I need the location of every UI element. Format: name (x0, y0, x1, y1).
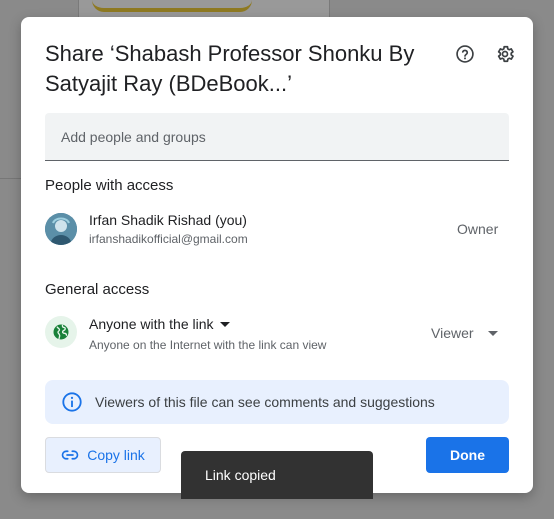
snackbar-toast: Link copied (181, 451, 373, 499)
copy-link-button[interactable]: Copy link (45, 437, 161, 473)
copy-link-label: Copy link (87, 447, 145, 463)
viewer-role-dropdown[interactable]: Viewer (431, 325, 498, 341)
info-text: Viewers of this file can see comments an… (95, 394, 435, 410)
info-icon (62, 392, 82, 412)
gear-icon[interactable] (493, 42, 517, 66)
owner-role-label: Owner (457, 221, 499, 237)
people-with-access-heading: People with access (45, 177, 174, 194)
viewer-role-label: Viewer (431, 325, 474, 341)
dialog-title: Share ‘Shabash Professor Shonku By Satya… (45, 41, 415, 96)
caret-down-icon (487, 330, 498, 336)
done-button[interactable]: Done (426, 437, 509, 473)
toast-message: Link copied (205, 467, 276, 483)
share-dialog: Share ‘Shabash Professor Shonku By Satya… (21, 17, 533, 493)
caret-down-icon (219, 321, 230, 327)
general-access-dropdown[interactable]: Anyone with the link (89, 316, 230, 332)
add-people-field[interactable] (45, 113, 509, 161)
general-access-setting: Anyone with the link (89, 316, 214, 332)
info-banner: Viewers of this file can see comments an… (45, 380, 509, 424)
link-icon (61, 450, 79, 460)
help-icon[interactable] (453, 42, 477, 66)
avatar (45, 213, 77, 245)
user-email: irfanshadikofficial@gmail.com (89, 232, 248, 246)
background-thumbnail-art (92, 0, 252, 12)
globe-icon (45, 316, 77, 348)
background-divider (0, 178, 22, 179)
add-people-input[interactable] (61, 128, 509, 145)
user-name: Irfan Shadik Rishad (you) (89, 212, 247, 228)
general-access-heading: General access (45, 281, 150, 298)
general-access-description: Anyone on the Internet with the link can… (89, 338, 327, 352)
